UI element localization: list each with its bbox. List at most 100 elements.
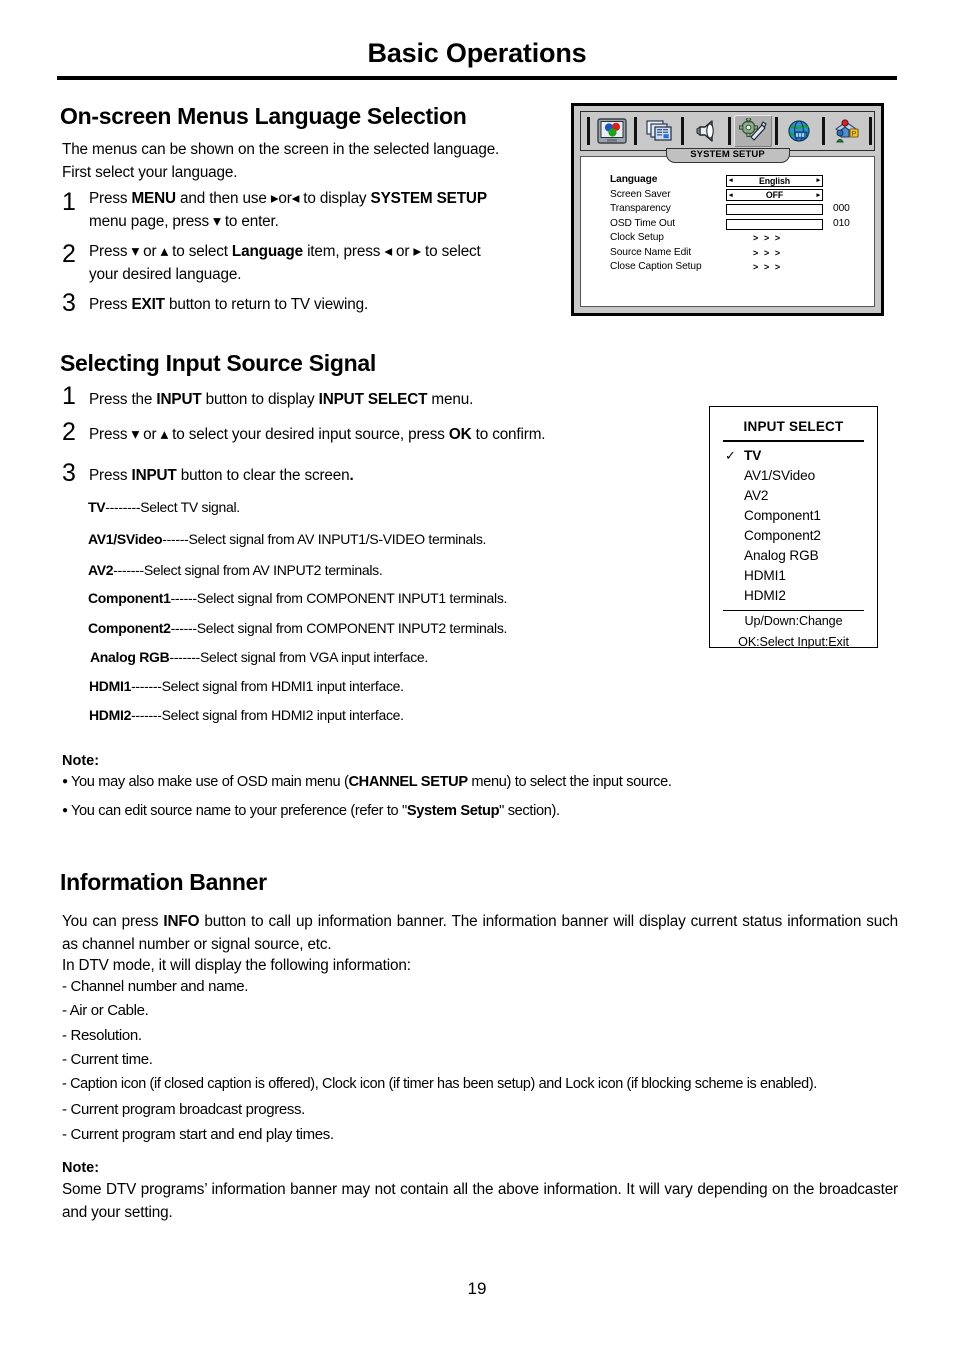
osd-close-caption-submenu-arrows[interactable]: > > > (753, 262, 782, 272)
osd-label-screen-saver: Screen Saver (610, 188, 671, 200)
arrow-down-icon: ▾ (131, 243, 139, 260)
network-globe-icon[interactable] (781, 115, 819, 147)
osd-source-name-submenu-arrows[interactable]: > > > (753, 248, 782, 258)
source-name: Analog RGB (90, 649, 170, 665)
osd-icon-bar: P (580, 111, 875, 151)
input-select-item-label: Component1 (744, 507, 821, 523)
input-step3-a: Press (89, 467, 128, 484)
input-select-item-hdmi2[interactable]: HDMI2 (710, 586, 877, 606)
osd-clock-setup-submenu-arrows[interactable]: > > > (753, 233, 782, 243)
source-desc: Select signal from HDMI2 input interface… (161, 707, 404, 723)
input-select-item-component2[interactable]: Component2 (710, 526, 877, 546)
icon-separator (587, 117, 590, 145)
bullet-icon (62, 774, 71, 790)
header-divider (57, 76, 897, 80)
input-select-item-label: HDMI2 (744, 587, 786, 603)
source-name: Component2 (88, 620, 171, 636)
channel-settings-icon[interactable] (640, 115, 678, 147)
source-desc-av2: AV2-------Select signal from AV INPUT2 t… (88, 562, 383, 578)
input-step1-b: button to display (205, 391, 315, 408)
osd-label-language: Language (610, 174, 658, 185)
step1-line2-b: to enter. (224, 212, 279, 230)
input-select-item-av2[interactable]: AV2 (710, 486, 877, 506)
picture-settings-icon[interactable] (593, 115, 631, 147)
input-select-item-tv[interactable]: ✓ TV (710, 446, 877, 466)
input-select-item-analog-rgb[interactable]: Analog RGB (710, 546, 877, 566)
system-setup-gear-icon[interactable] (734, 115, 772, 147)
osd-row-language[interactable]: Language ◂ English ▸ (581, 174, 874, 189)
manual-page: Basic Operations On-screen Menus Languag… (0, 0, 954, 1350)
input-select-item-label: AV1/SVideo (744, 467, 816, 483)
step2-word-press: Press (89, 243, 128, 260)
svg-text:P: P (852, 131, 857, 138)
osd-row-source-name-edit[interactable]: Source Name Edit > > > (581, 247, 874, 262)
banner-item-resolution: - Resolution. (62, 1027, 142, 1044)
input-step1-c: menu. (431, 391, 474, 408)
step2-or-1: or (143, 243, 157, 260)
osd-rows: Language ◂ English ▸ Screen Saver ◂ OFF … (581, 157, 874, 276)
step2-or-2: or (395, 243, 410, 260)
osd-screen-saver-selector[interactable]: ◂ OFF ▸ (726, 189, 823, 201)
bullet-icon (62, 803, 71, 819)
input-step-2-text: Press ▾ or ▴ to select your desired inpu… (89, 424, 649, 447)
heading-information-banner: Information Banner (60, 869, 267, 895)
source-desc: Select signal from VGA input interface. (200, 649, 428, 665)
right-arrow-icon[interactable]: ▸ (817, 192, 821, 199)
note-bullet-1: You may also make use of OSD main menu (… (62, 774, 672, 790)
step1-line2-a: menu page, press (89, 212, 210, 230)
input-select-item-av1-svideo[interactable]: AV1/SVideo (710, 466, 877, 486)
input-select-menu-label: INPUT SELECT (318, 391, 428, 408)
language-step-2-text: Press ▾ or ▴ to select Language item, pr… (89, 241, 569, 287)
input-select-item-label: AV2 (744, 487, 769, 503)
step1-text-b: and then use (180, 190, 267, 207)
source-dashes: ------- (169, 649, 200, 665)
osd-system-setup-panel: P Language ◂ English ▸ Screen Saver ◂ OF… (571, 103, 884, 316)
osd-menu-body: Language ◂ English ▸ Screen Saver ◂ OFF … (580, 156, 875, 307)
note-body-banner: Some DTV programs’ information banner ma… (62, 1181, 898, 1222)
step-number-3: 3 (62, 289, 76, 317)
source-desc-component1: Component1------Select signal from COMPO… (88, 590, 507, 606)
osd-timeout-slider[interactable] (726, 218, 823, 230)
source-name: TV (88, 499, 106, 515)
input-step-number-2: 2 (62, 418, 76, 446)
osd-language-selector[interactable]: ◂ English ▸ (726, 174, 823, 187)
note-heading-banner: Note: (62, 1160, 100, 1176)
osd-label-close-caption-setup: Close Caption Setup (610, 261, 702, 272)
right-arrow-icon[interactable]: ▸ (817, 177, 821, 184)
source-desc-av1-svideo: AV1/SVideo------Select signal from AV IN… (88, 531, 486, 547)
osd-row-osd-timeout[interactable]: OSD Time Out 010 (581, 218, 874, 233)
input-select-hint-line1: Up/Down:Change (744, 614, 843, 629)
source-dashes: ------- (131, 707, 162, 723)
source-desc: Select signal from AV INPUT2 terminals. (143, 562, 383, 578)
step3-word-press: Press (89, 296, 128, 313)
input-step2-or: or (143, 426, 157, 443)
osd-transparency-slider[interactable] (726, 204, 823, 215)
step3-text-b: button to return to TV viewing. (168, 296, 369, 313)
menu-key-label: MENU (131, 190, 176, 207)
source-dashes: ------- (113, 562, 144, 578)
input-step2-b: to select your desired input source, pre… (172, 426, 445, 443)
input-select-item-hdmi1[interactable]: HDMI1 (710, 566, 877, 586)
step2-text-d: to select (425, 243, 481, 260)
arrow-up-icon: ▴ (160, 243, 169, 260)
note-bullet1-b: menu) to select the input source. (467, 774, 672, 790)
osd-row-close-caption-setup[interactable]: Close Caption Setup > > > (581, 261, 874, 276)
step2-line2: your desired language. (89, 265, 242, 283)
parental-lock-icon[interactable]: P (828, 115, 866, 147)
input-step2-c: to confirm. (475, 426, 546, 443)
language-item-label: Language (231, 243, 303, 260)
osd-label-osd-timeout: OSD Time Out (610, 217, 676, 229)
osd-row-clock-setup[interactable]: Clock Setup > > > (581, 232, 874, 247)
input-select-item-component1[interactable]: Component1 (710, 506, 877, 526)
audio-speaker-icon[interactable] (687, 115, 725, 147)
source-dashes: ------ (170, 620, 197, 636)
step-number-1: 1 (62, 188, 76, 216)
exit-key-label: EXIT (131, 296, 165, 313)
arrow-down-icon: ▾ (131, 426, 139, 443)
osd-row-transparency[interactable]: Transparency 000 (581, 203, 874, 218)
source-name: AV1/SVideo (88, 531, 163, 547)
step1-or: or (278, 190, 292, 207)
input-select-list: ✓ TV AV1/SVideo AV2 Component1 Component… (710, 446, 877, 606)
osd-row-screen-saver[interactable]: Screen Saver ◂ OFF ▸ (581, 189, 874, 204)
source-desc-component2: Component2------Select signal from COMPO… (88, 620, 507, 636)
